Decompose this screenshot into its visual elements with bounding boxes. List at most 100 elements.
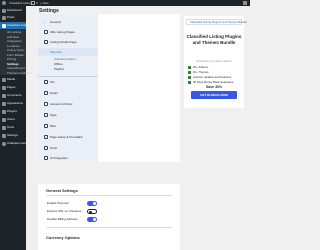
sidebar-item-plugins[interactable]: Plugins	[0, 108, 26, 115]
tab-url-listing-pages[interactable]: URL Listing Pages	[38, 28, 98, 36]
tab-label: AI Integration	[50, 155, 68, 160]
new-content-link[interactable]: + New	[40, 1, 49, 6]
tab-label: Tax	[50, 79, 55, 84]
page-icon	[44, 135, 48, 139]
tab-label: Email	[50, 90, 58, 95]
tab-general[interactable]: › General	[38, 18, 98, 26]
tab-tools[interactable]: Tools	[38, 144, 98, 152]
comments-count[interactable]: 0	[36, 1, 38, 6]
submenu-item-themes-addons[interactable]: Themes & Addons	[7, 71, 32, 76]
tab-label: Tools	[50, 145, 58, 150]
misc-icon	[44, 124, 48, 128]
tab-label: Listing Details Page	[50, 39, 77, 44]
ai-icon	[44, 156, 48, 160]
chevron-right-icon: ›	[44, 19, 45, 24]
sidebar-item-users[interactable]: Users	[0, 116, 26, 123]
subtab-paypal[interactable]: PayPal	[54, 67, 64, 72]
email-icon	[44, 91, 48, 95]
sidebar-item-tools[interactable]: Tools	[0, 124, 26, 131]
tab-misc[interactable]: Misc	[38, 122, 98, 130]
sidebar-item-classified-listing[interactable]: Classified Listing	[0, 22, 30, 29]
bundle-promo-card: Classified Listing Plugins and Themes Bu…	[184, 16, 247, 108]
tab-label: Style	[50, 112, 57, 117]
promo-title: Classified Listing Plugins and Themes Bu…	[186, 34, 242, 45]
tab-tax[interactable]: Tax	[38, 78, 98, 86]
brush-icon	[44, 113, 48, 117]
get-bundle-button[interactable]: GET BUNDLE NOW	[191, 91, 237, 99]
sidebar-item-settings[interactable]: Settings	[0, 132, 26, 139]
dashboard-icon	[1, 8, 6, 13]
tab-label: Account & Policy	[50, 101, 73, 106]
tab-label: General	[50, 19, 61, 24]
promo-save-text: Save 30%	[205, 85, 223, 89]
enforce-ssl-toggle[interactable]	[87, 209, 97, 214]
sidebar-item-media[interactable]: Media	[0, 76, 26, 83]
check-icon	[188, 66, 191, 69]
sidebar-item-label: Appearance	[7, 101, 24, 105]
tab-label: URL Listing Pages	[50, 29, 75, 34]
promo-image: Classified Listing Plugins and Themes Bu…	[186, 19, 247, 25]
sidebar-item-label: Plugins	[7, 109, 17, 113]
currency-options-title: Currency Options	[46, 235, 80, 240]
tax-icon	[44, 80, 48, 84]
tab-account-policy[interactable]: Account & Policy	[38, 100, 98, 108]
general-settings-section: General Settings Enable Payment Enforce …	[38, 184, 180, 250]
sidebar-item-dashboard[interactable]: Dashboard	[0, 7, 26, 14]
sidebar-item-appearance[interactable]: Appearance	[0, 100, 26, 107]
tools-icon	[1, 125, 6, 130]
wordpress-logo-icon[interactable]	[2, 1, 6, 5]
media-icon	[1, 77, 6, 82]
tab-style[interactable]: Style	[38, 111, 98, 119]
tab-label: Misc	[50, 123, 57, 128]
sidebar-item-posts[interactable]: Posts	[0, 14, 26, 21]
sidebar-item-label: Comments	[7, 93, 22, 97]
promo-feature-label: 30 Days Money Back Guarantee	[193, 79, 234, 84]
divider	[46, 195, 172, 196]
sidebar-item-label: Users	[7, 117, 15, 121]
account-icon	[44, 102, 48, 106]
tab-page-setup-permalink[interactable]: Page Setup & Permalink	[38, 133, 98, 141]
check-icon	[188, 71, 191, 74]
settings-content-area	[98, 14, 180, 162]
disable-billing-address-toggle[interactable]	[87, 217, 97, 222]
promo-feature: 30 Days Money Back Guarantee	[188, 80, 242, 85]
enable-payment-label: Enable Payment	[47, 201, 70, 205]
tab-label: Page Setup & Permalink	[50, 134, 83, 139]
sidebar-item-label: Dashboard	[7, 8, 22, 12]
general-settings-title: General Settings	[46, 188, 78, 193]
admin-bar: Classified Listing 0 + New	[0, 0, 250, 6]
site-name-link[interactable]: Classified Listing	[9, 1, 32, 6]
sidebar-item-comments[interactable]: Comments	[0, 92, 26, 99]
settings-icon	[1, 133, 6, 138]
enable-payment-toggle[interactable]	[87, 201, 97, 206]
sidebar-item-label: Media	[7, 77, 16, 81]
comments-icon	[1, 93, 6, 98]
divider	[46, 227, 172, 228]
divider	[38, 76, 98, 77]
toggle-knob	[89, 210, 92, 214]
tab-payment[interactable]: ⌄ Payment	[38, 48, 98, 56]
document-icon	[44, 40, 48, 44]
comments-icon[interactable]	[31, 1, 35, 5]
disable-billing-address-label: Disable Billing Address	[47, 217, 78, 221]
settings-tabs: › General URL Listing Pages Listing Deta…	[38, 14, 98, 162]
appearance-icon	[1, 101, 6, 106]
sidebar-item-collapse[interactable]: Collapse menu	[0, 140, 28, 147]
sidebar-item-label: Collapse menu	[7, 141, 28, 145]
check-icon	[188, 80, 191, 84]
pin-icon	[1, 15, 6, 20]
pages-icon	[1, 85, 6, 90]
sidebar-item-pages[interactable]: Pages	[0, 84, 26, 91]
tab-listing-details-page[interactable]: Listing Details Page	[38, 38, 98, 46]
sidebar-submenu: All Listings Add New Categories Location…	[0, 29, 32, 75]
sidebar-item-label: Tools	[7, 125, 15, 129]
avatar[interactable]	[243, 1, 247, 5]
sidebar-item-label: Classified Listing	[7, 23, 30, 27]
admin-sidebar: Dashboard Posts Classified Listing All L…	[0, 6, 32, 250]
tab-email[interactable]: Email	[38, 89, 98, 97]
sidebar-item-label: Settings	[7, 133, 18, 137]
toggle-knob	[93, 218, 96, 221]
promo-subtitle: Everything you need to launch	[196, 60, 232, 63]
tools-icon	[44, 146, 48, 150]
tab-ai-integration[interactable]: AI Integration	[38, 154, 98, 162]
